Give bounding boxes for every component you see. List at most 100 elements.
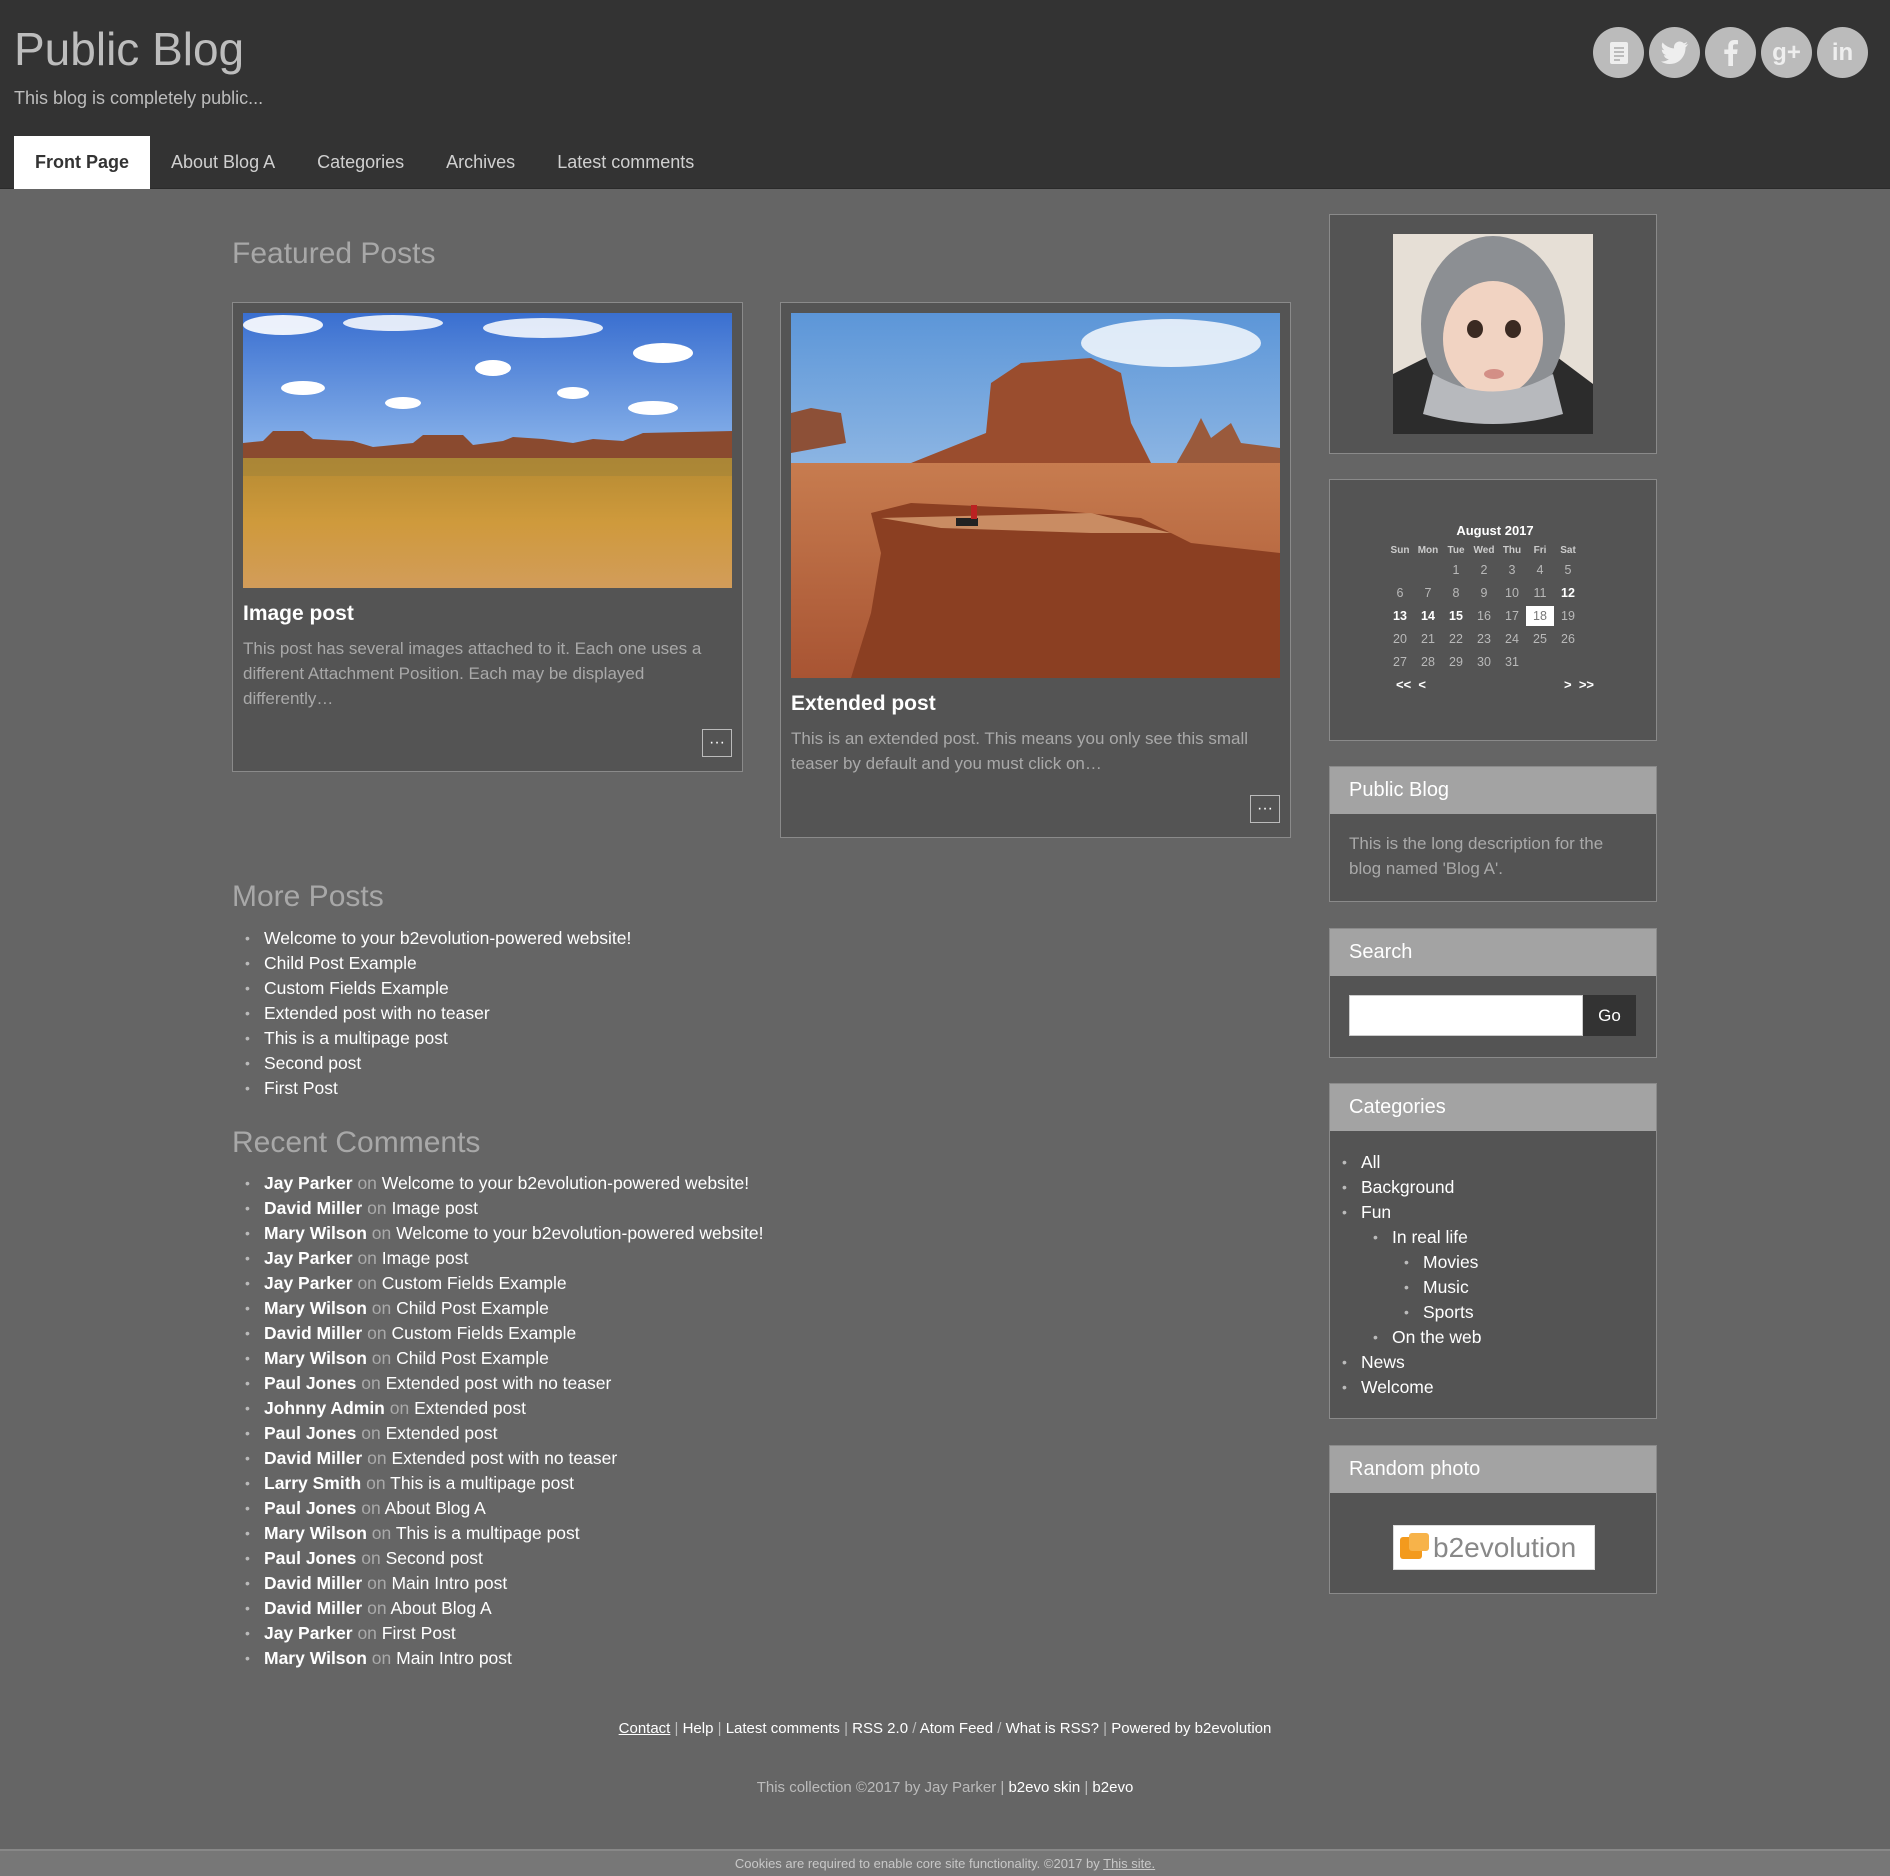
comment-author[interactable]: Jay Parker xyxy=(264,1623,353,1643)
comment-post-link[interactable]: Extended post xyxy=(386,1423,498,1443)
comment-author[interactable]: David Miller xyxy=(264,1198,362,1218)
comment-author[interactable]: David Miller xyxy=(264,1323,362,1343)
list-item[interactable]: Extended post with no teaser xyxy=(232,1001,631,1026)
category-item[interactable]: Movies xyxy=(1392,1250,1656,1275)
calendar-prev-month[interactable]: < xyxy=(1418,677,1426,692)
footer-link-atom[interactable]: Atom Feed xyxy=(920,1720,993,1737)
category-label[interactable]: Fun xyxy=(1361,1202,1391,1222)
list-item[interactable]: First Post xyxy=(232,1076,631,1101)
comment-post-link[interactable]: Image post xyxy=(391,1198,478,1218)
comment-post-link[interactable]: About Blog A xyxy=(385,1498,486,1518)
comment-post-link[interactable]: Child Post Example xyxy=(396,1348,549,1368)
comment-author[interactable]: Jay Parker xyxy=(264,1248,353,1268)
tab-front-page[interactable]: Front Page xyxy=(14,136,151,189)
category-item[interactable]: News xyxy=(1330,1350,1656,1375)
mesa-rider-image[interactable] xyxy=(791,313,1280,678)
category-item[interactable]: Background xyxy=(1330,1175,1656,1200)
comment-author[interactable]: David Miller xyxy=(264,1448,362,1468)
search-input[interactable] xyxy=(1349,995,1583,1036)
footer-link-b2evo[interactable]: b2evo xyxy=(1092,1779,1133,1796)
search-go-button[interactable]: Go xyxy=(1583,995,1636,1036)
comment-post-link[interactable]: Custom Fields Example xyxy=(391,1323,576,1343)
tab-categories[interactable]: Categories xyxy=(296,136,425,189)
calendar-day[interactable]: 14 xyxy=(1414,605,1442,628)
category-item[interactable]: All xyxy=(1330,1150,1656,1175)
comment-post-link[interactable]: This is a multipage post xyxy=(396,1523,580,1543)
post-title[interactable]: Extended post xyxy=(791,692,936,716)
comment-post-link[interactable]: Child Post Example xyxy=(396,1298,549,1318)
comment-author[interactable]: David Miller xyxy=(264,1573,362,1593)
comment-author[interactable]: Mary Wilson xyxy=(264,1348,367,1368)
comment-author[interactable]: Paul Jones xyxy=(264,1498,356,1518)
category-item[interactable]: On the web xyxy=(1361,1325,1656,1350)
calendar-next-month[interactable]: > xyxy=(1564,677,1572,692)
comment-author[interactable]: Paul Jones xyxy=(264,1373,356,1393)
category-item[interactable]: Sports xyxy=(1392,1300,1656,1325)
category-item[interactable]: In real life Movies Music Sports xyxy=(1361,1225,1656,1325)
footer-link-rss[interactable]: RSS 2.0 xyxy=(852,1720,908,1737)
calendar-day[interactable]: 15 xyxy=(1442,605,1470,628)
blog-title[interactable]: Public Blog xyxy=(14,22,244,76)
comment-post-link[interactable]: Welcome to your b2evolution-powered webs… xyxy=(396,1223,763,1243)
calendar-prev-year[interactable]: << xyxy=(1396,677,1411,692)
footer-link-what-is-rss[interactable]: What is RSS? xyxy=(1006,1720,1099,1737)
comment-author[interactable]: Mary Wilson xyxy=(264,1223,367,1243)
calendar-next-year[interactable]: >> xyxy=(1579,677,1594,692)
footer-link-skin[interactable]: b2evo skin xyxy=(1008,1779,1080,1796)
comment-author[interactable]: Larry Smith xyxy=(264,1473,361,1493)
category-item[interactable]: Fun In real life Movies Music Sports On … xyxy=(1330,1200,1656,1350)
comment-post-link[interactable]: About Blog A xyxy=(390,1598,491,1618)
category-label[interactable]: In real life xyxy=(1392,1227,1468,1247)
b2evolution-logo[interactable]: b2evolution xyxy=(1393,1525,1595,1570)
read-more-button[interactable]: ··· xyxy=(702,729,732,757)
desert-landscape-image[interactable] xyxy=(243,313,732,588)
cookie-site-link[interactable]: This site. xyxy=(1103,1856,1155,1871)
tab-latest-comments[interactable]: Latest comments xyxy=(536,136,715,189)
tab-about-blog-a[interactable]: About Blog A xyxy=(150,136,296,189)
comment-post-link[interactable]: Main Intro post xyxy=(391,1573,507,1593)
comment-author[interactable]: Mary Wilson xyxy=(264,1523,367,1543)
category-item[interactable]: Welcome xyxy=(1330,1375,1656,1400)
footer-link-help[interactable]: Help xyxy=(683,1720,714,1737)
list-item[interactable]: Welcome to your b2evolution-powered webs… xyxy=(232,926,631,951)
comment-post-link[interactable]: Extended post with no teaser xyxy=(391,1448,617,1468)
google-plus-icon[interactable]: g+ xyxy=(1761,27,1812,78)
footer-link-powered-by[interactable]: Powered by b2evolution xyxy=(1111,1720,1271,1737)
comment-post-link[interactable]: Second post xyxy=(386,1548,483,1568)
post-title[interactable]: Image post xyxy=(243,602,354,626)
read-more-button[interactable]: ··· xyxy=(1250,795,1280,823)
calendar-day[interactable]: 12 xyxy=(1554,582,1582,605)
comment-author[interactable]: Paul Jones xyxy=(264,1548,356,1568)
list-item[interactable]: Child Post Example xyxy=(232,951,631,976)
blog-icon[interactable] xyxy=(1593,27,1644,78)
footer-link-latest-comments[interactable]: Latest comments xyxy=(726,1720,840,1737)
categories-widget: Categories All Background Fun In real li… xyxy=(1329,1083,1657,1419)
footer-link-contact[interactable]: Contact xyxy=(619,1720,671,1737)
twitter-icon[interactable] xyxy=(1649,27,1700,78)
comment-post-link[interactable]: Image post xyxy=(382,1248,469,1268)
comment-post-link[interactable]: Main Intro post xyxy=(396,1648,512,1668)
comment-author[interactable]: Jay Parker xyxy=(264,1273,353,1293)
calendar-day[interactable]: 13 xyxy=(1386,605,1414,628)
calendar-grid: Sun Mon Tue Wed Thu Fri Sat 1 2 3 4 5 6 7 8 9 10 11 12 13 14… xyxy=(1386,543,1604,674)
comment-author[interactable]: Paul Jones xyxy=(264,1423,356,1443)
comment-author[interactable]: David Miller xyxy=(264,1598,362,1618)
tab-archives[interactable]: Archives xyxy=(425,136,536,189)
comment-post-link[interactable]: Extended post with no teaser xyxy=(386,1373,612,1393)
comment-post-link[interactable]: Custom Fields Example xyxy=(382,1273,567,1293)
comment-author[interactable]: Mary Wilson xyxy=(264,1298,367,1318)
comment-post-link[interactable]: Extended post xyxy=(414,1398,526,1418)
comment-post-link[interactable]: First Post xyxy=(382,1623,456,1643)
comment-post-link[interactable]: This is a multipage post xyxy=(390,1473,574,1493)
comment-post-link[interactable]: Welcome to your b2evolution-powered webs… xyxy=(382,1173,749,1193)
list-item[interactable]: Custom Fields Example xyxy=(232,976,631,1001)
comment-author[interactable]: Jay Parker xyxy=(264,1173,353,1193)
comment-author[interactable]: Mary Wilson xyxy=(264,1648,367,1668)
list-item[interactable]: Second post xyxy=(232,1051,631,1076)
list-item[interactable]: This is a multipage post xyxy=(232,1026,631,1051)
avatar-image xyxy=(1393,234,1593,434)
category-item[interactable]: Music xyxy=(1392,1275,1656,1300)
facebook-icon[interactable] xyxy=(1705,27,1756,78)
linkedin-icon[interactable]: in xyxy=(1817,27,1868,78)
comment-author[interactable]: Johnny Admin xyxy=(264,1398,385,1418)
